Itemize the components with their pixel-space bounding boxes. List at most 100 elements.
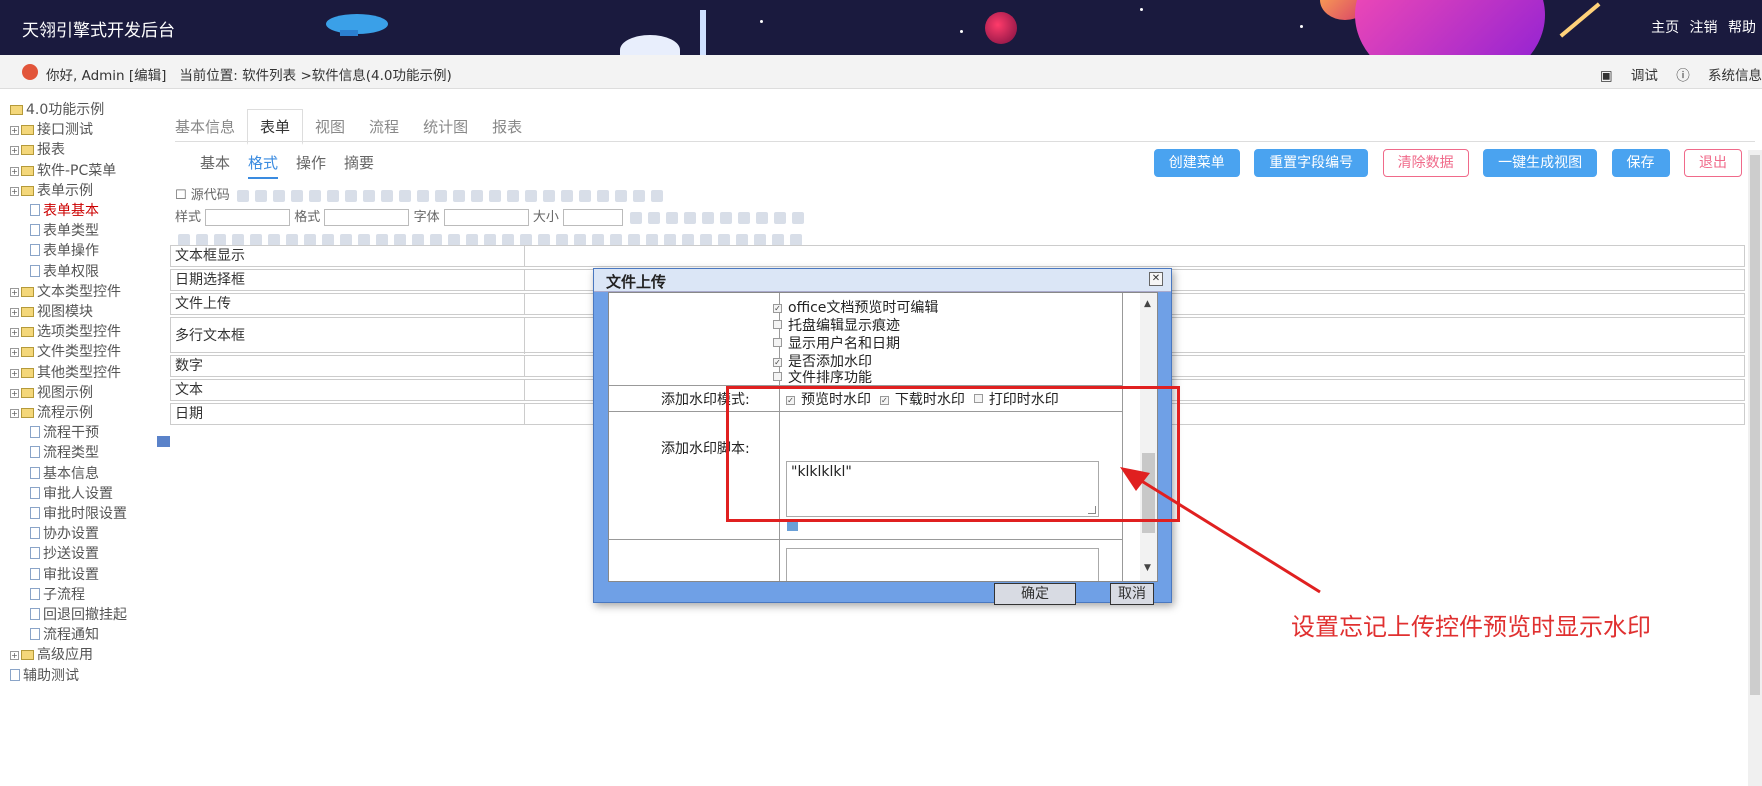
toolbar-icon[interactable] xyxy=(178,233,190,246)
page-scrollbar[interactable] xyxy=(1748,150,1762,786)
empty-field-input[interactable] xyxy=(786,548,1099,581)
tree-item[interactable]: + 高级应用 xyxy=(10,645,170,665)
toolbar-icon[interactable] xyxy=(774,211,787,224)
close-icon[interactable]: ✕ xyxy=(1149,272,1163,286)
expand-icon[interactable]: + xyxy=(10,348,19,358)
toolbar-icon[interactable] xyxy=(236,189,249,202)
toolbar-icon[interactable] xyxy=(542,189,555,202)
expand-icon[interactable]: + xyxy=(10,328,19,338)
toolbar-icon[interactable] xyxy=(268,233,280,246)
toolbar-icon[interactable] xyxy=(720,211,733,224)
debug-link[interactable]: ▣ 调试 xyxy=(1600,68,1658,84)
toolbar-icon[interactable] xyxy=(358,233,370,246)
toolbar-icon[interactable] xyxy=(340,233,352,246)
toolbar-icon[interactable] xyxy=(736,233,748,246)
tab-main[interactable]: 基本信息 xyxy=(175,110,235,143)
toolbar-icon[interactable] xyxy=(682,233,694,246)
tree-item[interactable]: 审批设置 xyxy=(10,565,170,585)
toolbar-icon[interactable] xyxy=(196,233,208,246)
reset-field-number-button[interactable]: 重置字段编号 xyxy=(1254,149,1369,177)
expand-icon[interactable]: + xyxy=(10,146,19,156)
toolbar-icon[interactable] xyxy=(286,233,298,246)
create-menu-button[interactable]: 创建菜单 xyxy=(1153,149,1240,177)
tab-main[interactable]: 视图 xyxy=(315,110,345,143)
tree-item[interactable]: 协办设置 xyxy=(10,524,170,544)
toolbar-icon[interactable] xyxy=(718,233,730,246)
toolbar-icon[interactable] xyxy=(272,189,285,202)
tab-main[interactable]: 报表 xyxy=(492,110,522,143)
table-row[interactable]: 文本框显示 xyxy=(170,245,1745,267)
font-select[interactable] xyxy=(443,209,529,226)
toolbar-icon[interactable] xyxy=(756,211,769,224)
toolbar-icon[interactable] xyxy=(666,211,679,224)
expand-icon[interactable]: + xyxy=(10,388,19,398)
toolbar-icon[interactable] xyxy=(416,189,429,202)
checkbox-icon[interactable] xyxy=(773,320,782,329)
tab-main[interactable]: 统计图 xyxy=(423,110,468,143)
toolbar-icon[interactable] xyxy=(232,233,244,246)
option-office-editable[interactable]: ✓ office文档预览时可编辑 xyxy=(773,297,938,317)
toolbar-icon[interactable] xyxy=(308,189,321,202)
expand-icon[interactable]: + xyxy=(10,126,19,136)
tree-item[interactable]: 审批人设置 xyxy=(10,484,170,504)
toolbar-icon[interactable] xyxy=(412,233,424,246)
tree-item[interactable]: 表单基本 xyxy=(10,201,170,221)
toolbar-icon[interactable] xyxy=(250,233,262,246)
expand-icon[interactable]: + xyxy=(10,166,19,176)
tab-sub[interactable]: 操作 xyxy=(296,152,326,173)
toolbar-icon[interactable] xyxy=(326,189,339,202)
toolbar-icon[interactable] xyxy=(304,233,316,246)
tab-sub[interactable]: 基本 xyxy=(200,152,230,173)
toolbar-icon[interactable] xyxy=(664,233,676,246)
size-select[interactable] xyxy=(563,209,624,226)
greeting[interactable]: 你好, Admin [编辑] xyxy=(46,68,166,84)
toolbar-icon[interactable] xyxy=(574,233,586,246)
tree-item[interactable]: 流程通知 xyxy=(10,625,170,645)
toolbar-icon[interactable] xyxy=(648,211,661,224)
tree-item[interactable]: + 报表 xyxy=(10,140,170,160)
toolbar-icon[interactable] xyxy=(738,211,751,224)
toolbar-icon[interactable] xyxy=(362,189,375,202)
tree-item[interactable]: 基本信息 xyxy=(10,464,170,484)
toolbar-icon[interactable] xyxy=(792,211,805,224)
toolbar-icon[interactable] xyxy=(322,233,334,246)
tree-item[interactable]: + 软件-PC菜单 xyxy=(10,161,170,181)
checkbox-icon[interactable] xyxy=(773,372,782,381)
tab-main[interactable]: 表单 xyxy=(247,109,304,145)
toolbar-icon[interactable] xyxy=(376,233,388,246)
toolbar-icon[interactable] xyxy=(488,189,501,202)
tree-item[interactable]: + 视图示例 xyxy=(10,383,170,403)
logout-link[interactable]: 注销 xyxy=(1690,20,1718,36)
expand-icon[interactable]: + xyxy=(10,287,19,297)
toolbar-icon[interactable] xyxy=(380,189,393,202)
expand-icon[interactable]: + xyxy=(10,308,19,318)
tab-main[interactable]: 流程 xyxy=(369,110,399,143)
toolbar-icon[interactable] xyxy=(214,233,226,246)
toolbar-icon[interactable] xyxy=(506,189,519,202)
tree-item[interactable]: 流程干预 xyxy=(10,423,170,443)
tree-item[interactable]: 子流程 xyxy=(10,585,170,605)
toolbar-icon[interactable] xyxy=(700,233,712,246)
word-icon[interactable] xyxy=(157,436,170,447)
tree-item[interactable]: + 流程示例 xyxy=(10,403,170,423)
toolbar-icon[interactable] xyxy=(344,189,357,202)
toolbar-icon[interactable] xyxy=(556,233,568,246)
toolbar-icon[interactable] xyxy=(394,233,406,246)
toolbar-icon[interactable] xyxy=(684,211,697,224)
ok-button[interactable]: 确定 xyxy=(994,583,1076,605)
exit-button[interactable]: 退出 xyxy=(1684,149,1742,177)
tree-item[interactable]: 抄送设置 xyxy=(10,544,170,564)
toolbar-icon[interactable] xyxy=(754,233,766,246)
toolbar-icon[interactable] xyxy=(592,233,604,246)
toolbar-icon[interactable] xyxy=(560,189,573,202)
tree-item[interactable]: + 选项类型控件 xyxy=(10,322,170,342)
toolbar-icon[interactable] xyxy=(790,233,802,246)
script-helper-icon[interactable] xyxy=(787,521,798,531)
toolbar-icon[interactable] xyxy=(772,233,784,246)
toolbar-icon[interactable] xyxy=(502,233,514,246)
style-select[interactable] xyxy=(205,209,291,226)
home-link[interactable]: 主页 xyxy=(1651,20,1679,36)
toolbar-icon[interactable] xyxy=(434,189,447,202)
toolbar-icon[interactable] xyxy=(650,189,663,202)
expand-icon[interactable]: + xyxy=(10,651,19,661)
